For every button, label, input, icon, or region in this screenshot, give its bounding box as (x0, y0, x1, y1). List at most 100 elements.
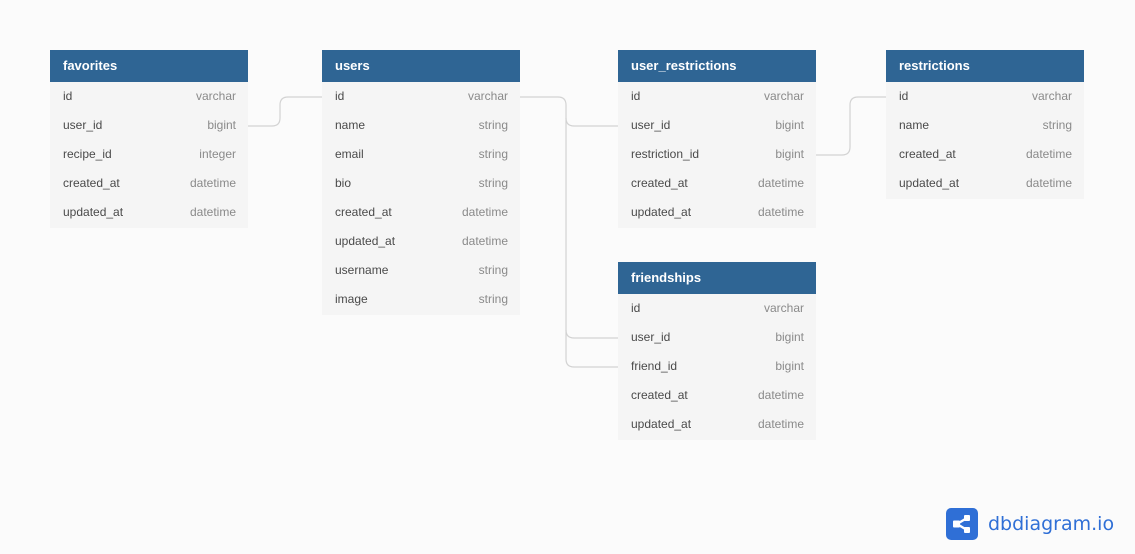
link-user-restrictions-restrictions[interactable] (816, 96, 886, 156)
field-type: datetime (757, 176, 804, 190)
field-type: string (478, 147, 508, 161)
field-type: string (478, 263, 508, 277)
field-type: string (478, 176, 508, 190)
field-name: name (899, 118, 930, 132)
field-name: created_at (899, 147, 956, 161)
field-row[interactable]: created_at datetime (618, 169, 816, 198)
field-type: bigint (775, 118, 804, 132)
field-type: datetime (189, 176, 236, 190)
field-row[interactable]: recipe_id integer (50, 140, 248, 169)
field-name: updated_at (631, 205, 692, 219)
table-favorites[interactable]: favorites id varchar user_id bigint recipe_i… (50, 50, 248, 228)
field-type: varchar (467, 89, 508, 103)
table-user-restrictions[interactable]: user_restrictions id varchar user_id bigint… (618, 50, 816, 228)
field-type: string (478, 118, 508, 132)
field-type: datetime (461, 234, 508, 248)
table-header[interactable]: favorites (50, 50, 248, 82)
table-header[interactable]: user_restrictions (618, 50, 816, 82)
field-type: datetime (757, 205, 804, 219)
field-name: created_at (631, 176, 688, 190)
field-type: varchar (1031, 89, 1072, 103)
field-name: user_id (63, 118, 103, 132)
field-row[interactable]: name string (322, 111, 520, 140)
field-type: integer (199, 147, 236, 161)
field-row[interactable]: id varchar (50, 82, 248, 111)
link-friendships-user-users[interactable] (565, 118, 618, 339)
field-type: datetime (1025, 176, 1072, 190)
field-row[interactable]: id varchar (618, 82, 816, 111)
field-type: bigint (775, 359, 804, 373)
table-fields: id varchar user_id bigint restriction_id bigi… (618, 82, 816, 228)
table-header[interactable]: restrictions (886, 50, 1084, 82)
field-row[interactable]: updated_at datetime (886, 169, 1084, 198)
field-row[interactable]: updated_at datetime (322, 227, 520, 256)
field-type: bigint (207, 118, 236, 132)
field-name: image (335, 292, 368, 306)
field-row[interactable]: id varchar (618, 294, 816, 323)
field-type: datetime (1025, 147, 1072, 161)
brand-logo[interactable]: dbdiagram.io (946, 508, 1114, 540)
table-fields: id varchar name string email string bio string c… (322, 82, 520, 315)
table-header[interactable]: friendships (618, 262, 816, 294)
field-row[interactable]: name string (886, 111, 1084, 140)
field-row[interactable]: user_id bigint (50, 111, 248, 140)
table-users[interactable]: users id varchar name string email string bio s… (322, 50, 520, 315)
field-name: updated_at (899, 176, 960, 190)
field-name: name (335, 118, 366, 132)
field-row[interactable]: updated_at datetime (50, 198, 248, 227)
field-type: bigint (775, 330, 804, 344)
field-name: friend_id (631, 359, 678, 373)
field-row[interactable]: id varchar (886, 82, 1084, 111)
field-name: username (335, 263, 389, 277)
field-row[interactable]: updated_at datetime (618, 410, 816, 439)
field-name: updated_at (631, 417, 692, 431)
table-fields: id varchar name string created_at datetime upd… (886, 82, 1084, 199)
table-friendships[interactable]: friendships id varchar user_id bigint friend… (618, 262, 816, 440)
table-fields: id varchar user_id bigint recipe_id integer cr… (50, 82, 248, 228)
field-row[interactable]: created_at datetime (886, 140, 1084, 169)
field-row[interactable]: id varchar (322, 82, 520, 111)
field-type: datetime (189, 205, 236, 219)
field-type: datetime (461, 205, 508, 219)
field-row[interactable]: created_at datetime (618, 381, 816, 410)
field-type: bigint (775, 147, 804, 161)
field-name: updated_at (335, 234, 396, 248)
field-type: string (1042, 118, 1072, 132)
field-name: id (899, 89, 909, 103)
field-type: varchar (763, 89, 804, 103)
field-row[interactable]: created_at datetime (322, 198, 520, 227)
field-row[interactable]: created_at datetime (50, 169, 248, 198)
table-fields: id varchar user_id bigint friend_id bigint cre… (618, 294, 816, 440)
link-favorites-users[interactable] (248, 96, 322, 127)
field-row[interactable]: username string (322, 256, 520, 285)
table-restrictions[interactable]: restrictions id varchar name string created_… (886, 50, 1084, 199)
field-type: datetime (757, 417, 804, 431)
brand-name: dbdiagram.io (988, 513, 1115, 535)
field-row[interactable]: image string (322, 285, 520, 314)
field-name: email (335, 147, 364, 161)
field-row[interactable]: email string (322, 140, 520, 169)
field-name: id (63, 89, 73, 103)
field-name: bio (335, 176, 352, 190)
field-name: restriction_id (631, 147, 700, 161)
field-name: created_at (335, 205, 392, 219)
table-header[interactable]: users (322, 50, 520, 82)
field-row[interactable]: restriction_id bigint (618, 140, 816, 169)
field-name: created_at (631, 388, 688, 402)
share-icon (946, 508, 978, 540)
field-row[interactable]: updated_at datetime (618, 198, 816, 227)
link-user-restrictions-users[interactable] (520, 96, 618, 127)
field-row[interactable]: user_id bigint (618, 111, 816, 140)
field-name: id (631, 89, 641, 103)
field-name: user_id (631, 118, 671, 132)
field-row[interactable]: bio string (322, 169, 520, 198)
field-type: datetime (757, 388, 804, 402)
link-friendships-friend-users[interactable] (565, 330, 618, 368)
field-type: varchar (195, 89, 236, 103)
field-name: recipe_id (63, 147, 112, 161)
field-row[interactable]: friend_id bigint (618, 352, 816, 381)
field-type: string (478, 292, 508, 306)
field-name: updated_at (63, 205, 124, 219)
field-type: varchar (763, 301, 804, 315)
field-row[interactable]: user_id bigint (618, 323, 816, 352)
